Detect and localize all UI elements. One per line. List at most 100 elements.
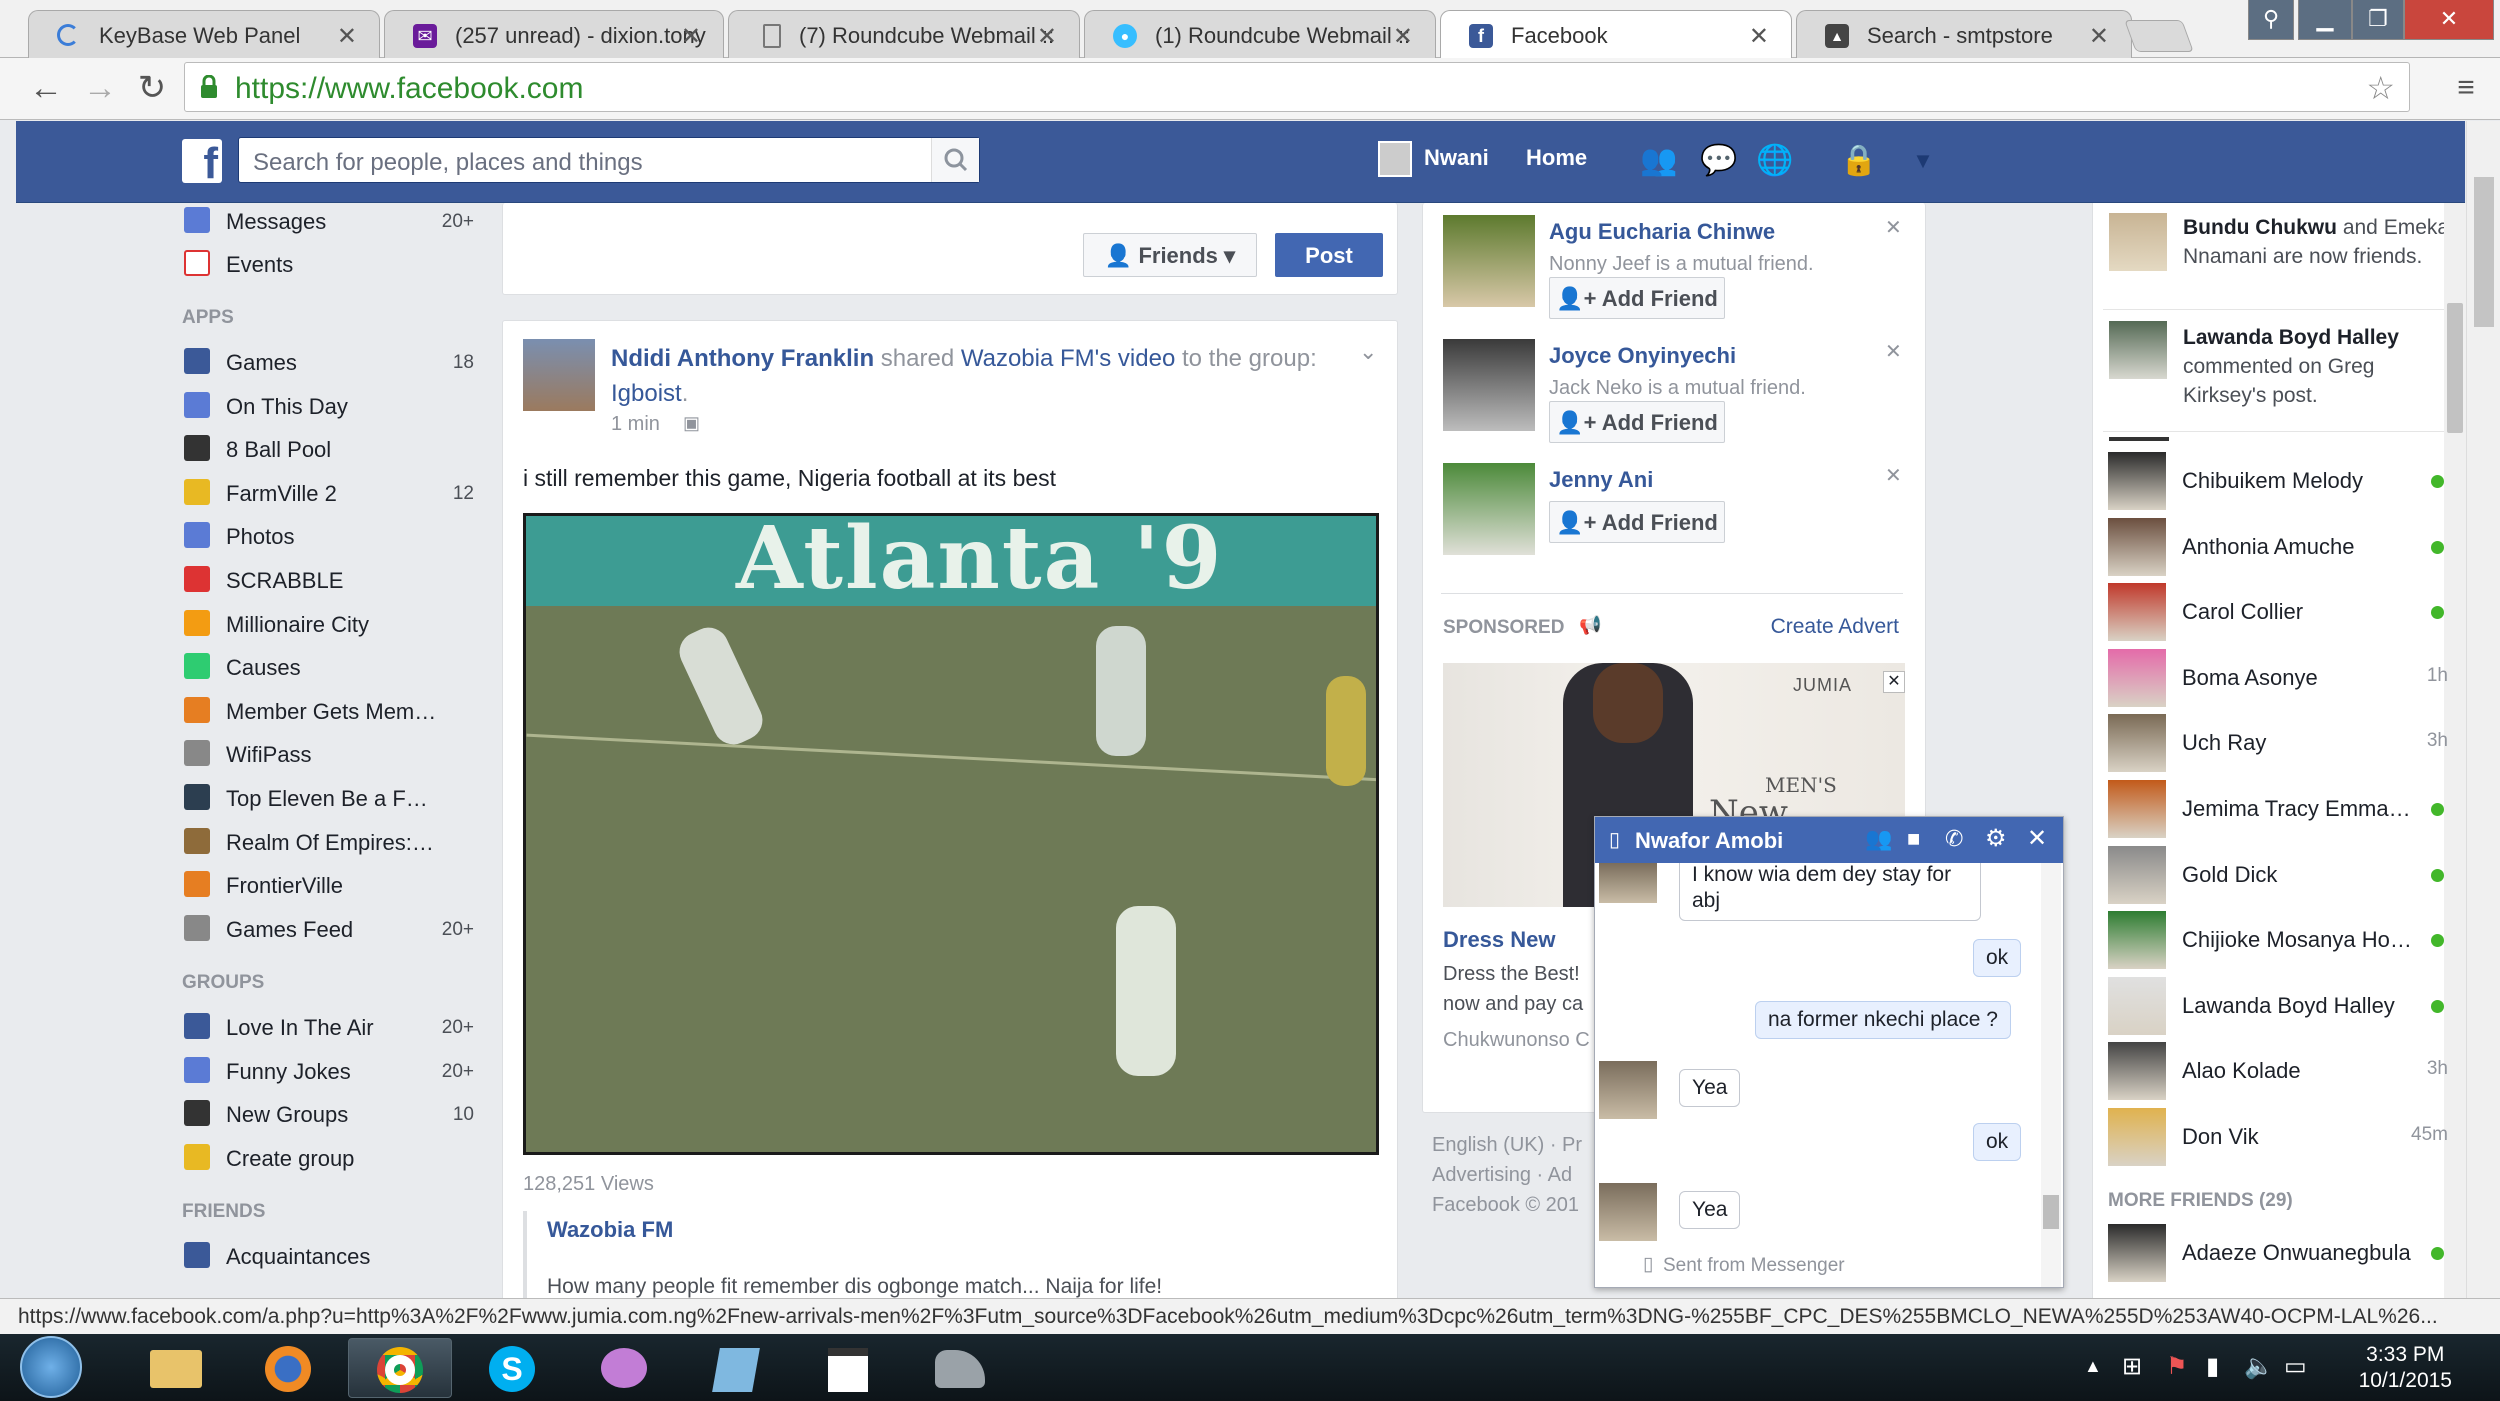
tab-roundcube-1[interactable]: ● (1) Roundcube Webmail :: ✕ (1084, 10, 1436, 58)
back-button[interactable]: ← (26, 68, 66, 108)
add-friend-button[interactable]: 👤+ Add Friend (1549, 501, 1725, 543)
window-close-button[interactable]: ✕ (2404, 0, 2494, 40)
messages-icon[interactable]: 💬 (1700, 145, 1738, 177)
gear-icon[interactable]: ⚙ (1985, 824, 2007, 853)
scrollbar-thumb[interactable] (2474, 177, 2494, 327)
chat-friend-row[interactable]: Adaeze Onwuanegbula (2108, 1224, 2448, 1290)
tab-keybase[interactable]: KeyBase Web Panel ✕ (28, 10, 380, 58)
chat-friend-row[interactable]: Jemima Tracy Emma… (2108, 780, 2448, 846)
tab-smtpstore[interactable]: ▲ Search - smtpstore ✕ (1796, 10, 2132, 58)
sidebar-item-farmville-2[interactable]: FarmVille 2 12 (184, 475, 474, 515)
network-icon[interactable]: ▭ (2284, 1352, 2307, 1381)
close-icon[interactable]: ✕ (1749, 22, 1769, 51)
sidebar-item-new-groups[interactable]: New Groups 10 (184, 1096, 474, 1136)
paint-icon[interactable] (572, 1338, 676, 1398)
video-link[interactable]: video (1118, 345, 1175, 372)
sidebar-item-top-eleven-be-a-f[interactable]: Top Eleven Be a F… (184, 780, 474, 820)
create-advert-link[interactable]: Create Advert (1771, 615, 1899, 639)
show-hidden-icons[interactable]: ▲ (2084, 1356, 2102, 1377)
calendar-app-icon[interactable] (796, 1338, 900, 1398)
avatar[interactable] (1443, 215, 1535, 307)
explorer-icon[interactable] (124, 1338, 228, 1398)
sidebar-item-messages[interactable]: Messages 20+ (184, 203, 474, 243)
sidebar-item-games[interactable]: Games 18 (184, 344, 474, 384)
search-input[interactable]: Search for people, places and things (238, 137, 980, 183)
chat-friend-row[interactable]: Gold Dick (2108, 845, 2448, 912)
group-link[interactable]: Igboist (611, 380, 682, 407)
volume-icon[interactable]: 🔈 (2244, 1352, 2274, 1381)
sidebar-item-member-gets-mem[interactable]: Member Gets Mem… (184, 693, 474, 733)
sidebar-item-millionaire-city[interactable]: Millionaire City (184, 606, 474, 646)
clock[interactable]: 3:33 PM 10/1/2015 (2359, 1342, 2452, 1394)
close-icon[interactable]: ✕ (1885, 463, 1902, 488)
home-link[interactable]: Home (1526, 145, 1587, 171)
chat-title[interactable]: Nwafor Amobi (1635, 828, 1783, 854)
notifications-globe-icon[interactable]: 🌐 (1756, 145, 1794, 177)
phone-icon[interactable]: ✆ (1945, 826, 1963, 852)
timestamp[interactable]: 1 min (611, 413, 660, 436)
chat-friend-row[interactable]: Chijioke Mosanya Hor… (2108, 911, 2448, 977)
start-button[interactable] (20, 1336, 82, 1398)
forward-button[interactable]: → (80, 68, 120, 108)
skype-icon[interactable]: S (460, 1338, 564, 1398)
scrollbar[interactable] (2041, 863, 2061, 1287)
scrollbar-thumb[interactable] (2043, 1195, 2059, 1229)
page-scrollbar[interactable] (2466, 121, 2500, 1298)
close-icon[interactable]: ✕ (337, 22, 357, 51)
sidebar-item-scrabble[interactable]: SCRABBLE (184, 562, 474, 602)
post-button[interactable]: Post (1275, 233, 1383, 277)
sidebar-item-on-this-day[interactable]: On This Day (184, 388, 474, 428)
close-icon[interactable]: ✕ (2027, 824, 2047, 853)
maximize-button[interactable]: ❐ (2352, 0, 2404, 40)
chat-friend-row[interactable]: Carol Collier (2108, 583, 2448, 649)
close-icon[interactable]: ✕ (1885, 215, 1902, 240)
sidebar-item-realm-of-empires[interactable]: Realm Of Empires:… (184, 824, 474, 864)
chevron-down-icon[interactable]: ▼ (1904, 145, 1942, 177)
avatar[interactable] (523, 339, 595, 411)
sidebar-item-games-feed[interactable]: Games Feed 20+ (184, 911, 474, 951)
chat-friend-row[interactable]: Boma Asonye 1h (2108, 648, 2448, 715)
sidebar-item-funny-jokes[interactable]: Funny Jokes 20+ (184, 1053, 474, 1093)
scrollbar-thumb[interactable] (2447, 303, 2463, 433)
chat-friend-row[interactable]: Lawanda Boyd Halley (2108, 976, 2448, 1043)
author-link[interactable]: Ndidi Anthony Franklin (611, 345, 874, 372)
page-link[interactable]: Wazobia FM (547, 1217, 673, 1243)
avatar[interactable] (1443, 339, 1535, 431)
friend-requests-icon[interactable]: 👥 (1640, 145, 1678, 177)
ticker-story[interactable]: Bundu Chukwu and Emeka Nnamani are now f… (2183, 213, 2453, 271)
chat-friend-row[interactable]: Alao Kolade 3h (2108, 1042, 2448, 1108)
ticker-story[interactable]: Lawanda Boyd Halley commented on Greg Ki… (2183, 323, 2453, 410)
action-center-icon[interactable]: ⚑ (2166, 1352, 2188, 1381)
sidebar-item-wifipass[interactable]: WifiPass (184, 736, 474, 776)
sidebar-item-create-group[interactable]: Create group (184, 1140, 474, 1180)
source-link[interactable]: Wazobia FM (961, 345, 1095, 372)
footer-line[interactable]: Advertising · Ad (1432, 1160, 1582, 1190)
ad-title-link[interactable]: Dress New (1443, 927, 1556, 953)
chat-friend-row[interactable]: Uch Ray 3h (2108, 714, 2448, 780)
avatar[interactable] (1443, 463, 1535, 555)
add-friend-button[interactable]: 👤+ Add Friend (1549, 277, 1725, 319)
chrome-icon[interactable] (348, 1338, 452, 1398)
chevron-down-icon[interactable]: ⌄ (1359, 339, 1377, 365)
sidebar-item-acquaintances[interactable]: Acquaintances (184, 1238, 474, 1278)
tab-roundcube-7[interactable]: (7) Roundcube Webmail :: ✕ (728, 10, 1080, 58)
close-icon[interactable]: ✕ (681, 22, 701, 51)
video-player[interactable]: Atlanta '9 (523, 513, 1379, 1155)
chat-friend-row[interactable]: Anthonia Amuche (2108, 517, 2448, 584)
horse-app-icon[interactable] (908, 1338, 1012, 1398)
sidebar-item-photos[interactable]: Photos (184, 518, 474, 558)
chat-header[interactable]: ▯ Nwafor Amobi 👥 ■ ✆ ⚙ ✕ (1595, 817, 2063, 863)
reload-button[interactable]: ↻ (132, 68, 172, 108)
user-profile-icon[interactable]: ⚲ (2248, 0, 2294, 40)
pymk-name-link[interactable]: Jenny Ani (1549, 467, 1653, 493)
windows-flag-icon[interactable]: ⊞ (2122, 1352, 2142, 1381)
audience-selector[interactable]: 👤 Friends ▾ (1083, 233, 1257, 277)
new-tab-button[interactable] (2124, 20, 2194, 52)
pymk-name-link[interactable]: Agu Eucharia Chinwe (1549, 219, 1775, 245)
profile-link[interactable]: Nwani (1424, 145, 1489, 171)
tab-facebook[interactable]: f Facebook ✕ (1440, 10, 1792, 59)
close-icon[interactable]: ✕ (1393, 22, 1413, 51)
avatar[interactable] (1378, 141, 1412, 177)
sidebar-item-events[interactable]: Events (184, 246, 474, 286)
minimize-button[interactable]: ▁ (2298, 0, 2352, 40)
